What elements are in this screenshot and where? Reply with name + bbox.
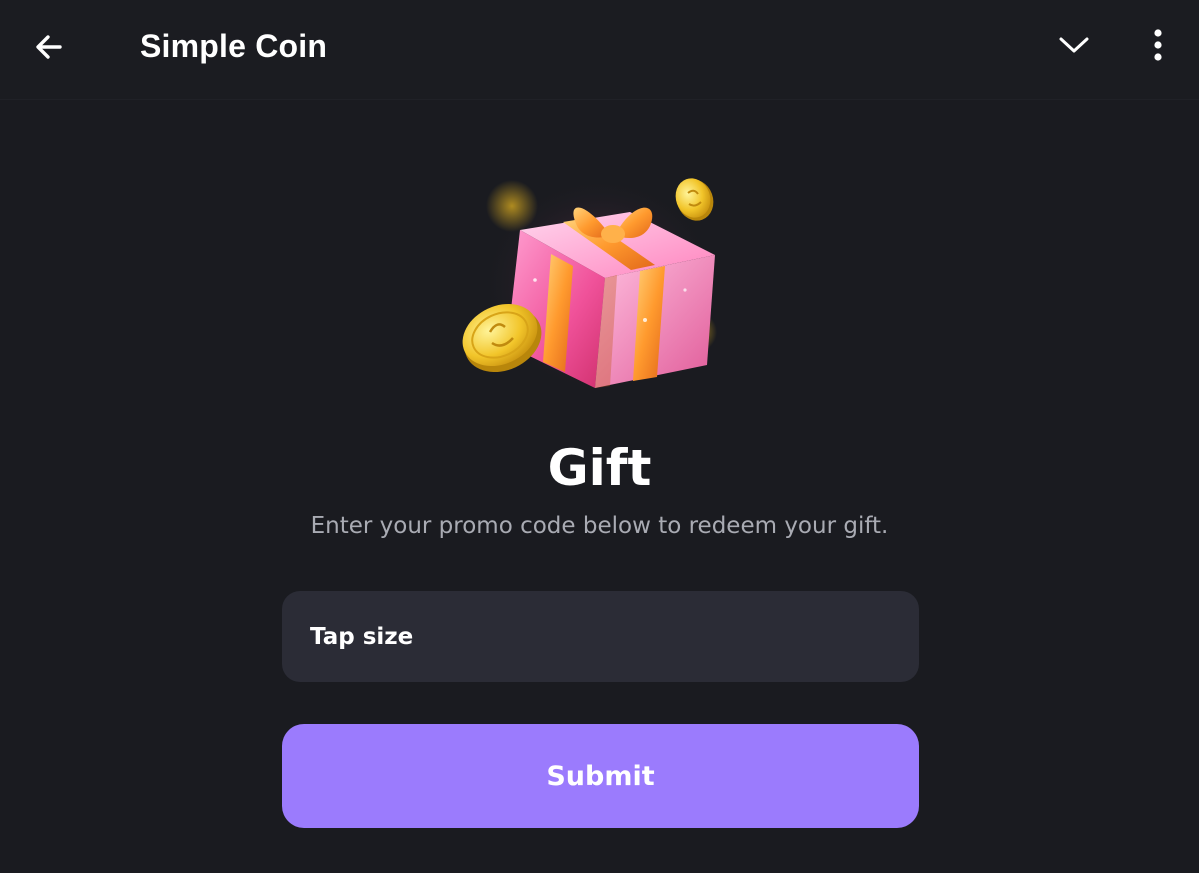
arrow-left-icon [36, 35, 62, 59]
back-button[interactable] [26, 24, 72, 70]
more-options-button[interactable] [1136, 22, 1180, 68]
collapse-button[interactable] [1052, 22, 1096, 68]
more-vertical-icon [1154, 29, 1162, 61]
gift-icon [462, 175, 720, 395]
page-subtitle: Enter your promo code below to redeem yo… [310, 513, 889, 539]
gift-illustration [445, 160, 745, 410]
submit-button[interactable]: Submit [282, 724, 919, 828]
promo-code-input[interactable] [282, 591, 919, 682]
top-app-bar: Simple Coin [0, 0, 1199, 100]
page-title: Gift [547, 439, 652, 497]
chevron-down-icon [1059, 37, 1089, 53]
app-title: Simple Coin [140, 28, 328, 64]
